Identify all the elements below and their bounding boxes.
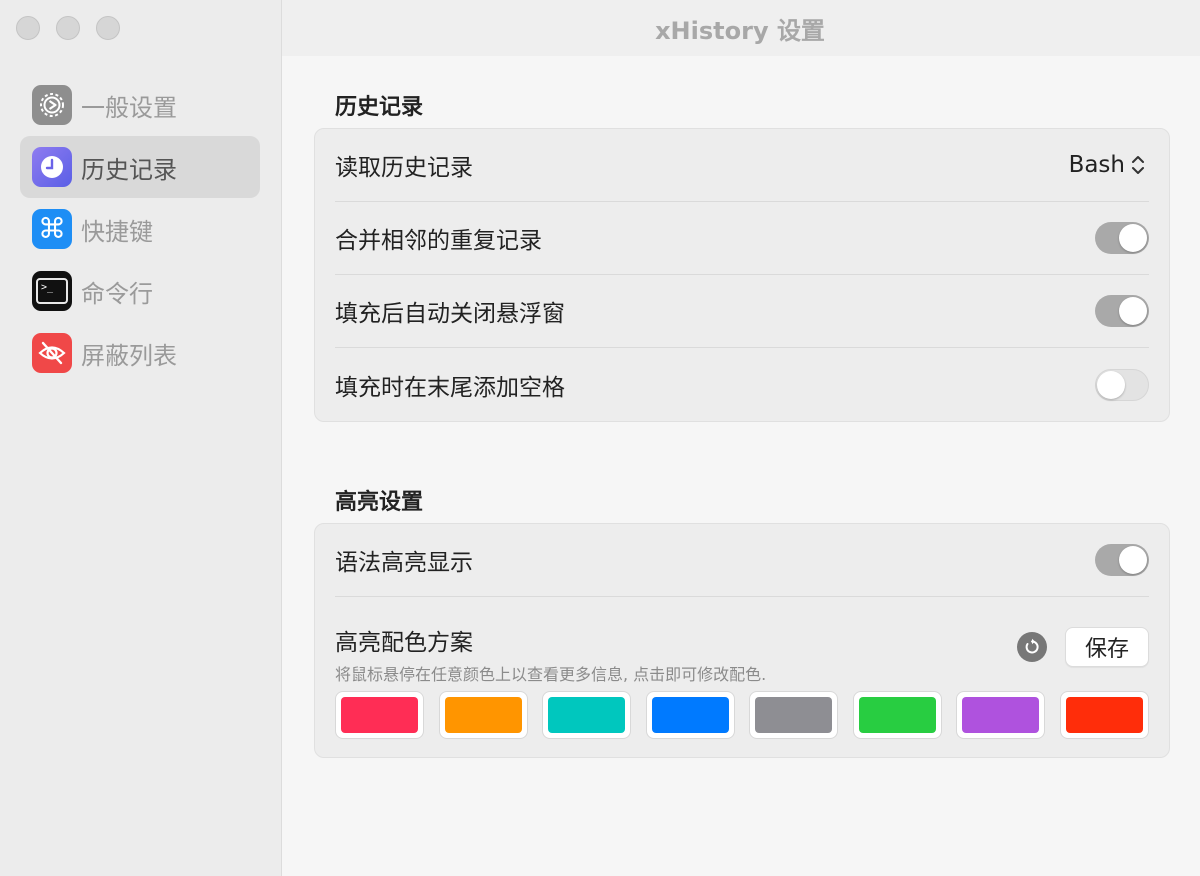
add-space-row: 填充时在末尾添加空格 bbox=[335, 348, 1149, 421]
syntax-highlight-toggle[interactable] bbox=[1095, 544, 1149, 576]
color-swatch-6[interactable] bbox=[852, 691, 942, 739]
color-swatch-8[interactable] bbox=[1059, 691, 1149, 739]
sidebar-item-cli[interactable]: >_ 命令行 bbox=[20, 260, 260, 322]
color-swatch-1[interactable] bbox=[335, 691, 424, 739]
section-title-history: 历史记录 bbox=[335, 95, 424, 120]
reset-icon[interactable] bbox=[1017, 632, 1047, 662]
shell-select[interactable]: Bash bbox=[1069, 152, 1145, 178]
settings-content: 历史记录 读取历史记录 Bash 合并相邻的重复记录 填充后自动关闭悬浮窗 填充… bbox=[314, 56, 1170, 758]
add-space-toggle[interactable] bbox=[1095, 368, 1149, 401]
read-history-label: 读取历史记录 bbox=[335, 155, 473, 181]
section-title-highlight: 高亮设置 bbox=[335, 490, 424, 515]
save-button[interactable]: 保存 bbox=[1065, 627, 1149, 667]
color-scheme-header: 高亮配色方案 将鼠标悬停在任意颜色上以查看更多信息, 点击即可修改配色. 保存 bbox=[335, 597, 1149, 691]
sidebar-item-label: 命令行 bbox=[81, 279, 153, 308]
command-icon: ⌘ bbox=[32, 209, 72, 249]
syntax-highlight-row: 语法高亮显示 bbox=[335, 524, 1149, 597]
eye-slash-icon bbox=[32, 333, 72, 373]
merge-duplicates-row: 合并相邻的重复记录 bbox=[335, 202, 1149, 275]
color-swatch-4[interactable] bbox=[645, 691, 735, 739]
syntax-highlight-label: 语法高亮显示 bbox=[335, 550, 473, 576]
color-swatch-2[interactable] bbox=[438, 691, 528, 739]
sidebar-item-label: 快捷键 bbox=[81, 217, 153, 246]
shell-select-value: Bash bbox=[1068, 152, 1125, 178]
auto-close-row: 填充后自动关闭悬浮窗 bbox=[335, 275, 1149, 348]
sidebar-item-history[interactable]: 历史记录 bbox=[20, 136, 260, 198]
sidebar-item-blocklist[interactable]: 屏蔽列表 bbox=[20, 322, 260, 384]
terminal-icon: >_ bbox=[32, 271, 72, 311]
zoom-window-button[interactable] bbox=[96, 16, 120, 40]
minimize-window-button[interactable] bbox=[56, 16, 80, 40]
settings-window: 一般设置 历史记录 ⌘ 快捷键 >_ 命令行 屏蔽列表 xHistory 设置 … bbox=[0, 0, 1200, 876]
auto-close-toggle[interactable] bbox=[1095, 295, 1149, 327]
title-bar: xHistory 设置 bbox=[282, 0, 1200, 56]
merge-duplicates-label: 合并相邻的重复记录 bbox=[335, 228, 542, 254]
color-scheme-actions: 保存 bbox=[1017, 627, 1149, 667]
sidebar-item-label: 一般设置 bbox=[81, 93, 177, 122]
color-scheme-text: 高亮配色方案 将鼠标悬停在任意颜色上以查看更多信息, 点击即可修改配色. bbox=[335, 623, 766, 685]
window-title: xHistory 设置 bbox=[655, 16, 825, 45]
history-card: 读取历史记录 Bash 合并相邻的重复记录 填充后自动关闭悬浮窗 填充时在末尾添… bbox=[314, 128, 1170, 422]
sidebar-item-shortcuts[interactable]: ⌘ 快捷键 bbox=[20, 198, 260, 260]
color-swatch-5[interactable] bbox=[749, 691, 839, 739]
close-window-button[interactable] bbox=[16, 16, 40, 40]
sidebar-item-general[interactable]: 一般设置 bbox=[20, 74, 260, 136]
sidebar: 一般设置 历史记录 ⌘ 快捷键 >_ 命令行 屏蔽列表 bbox=[0, 0, 282, 876]
sidebar-item-label: 历史记录 bbox=[81, 155, 177, 184]
gear-icon bbox=[32, 85, 72, 125]
color-scheme-label: 高亮配色方案 bbox=[335, 630, 473, 656]
sidebar-nav: 一般设置 历史记录 ⌘ 快捷键 >_ 命令行 屏蔽列表 bbox=[20, 74, 260, 384]
merge-duplicates-toggle[interactable] bbox=[1095, 222, 1149, 254]
sidebar-item-label: 屏蔽列表 bbox=[81, 341, 177, 370]
color-swatch-3[interactable] bbox=[542, 691, 632, 739]
read-history-row: 读取历史记录 Bash bbox=[335, 129, 1149, 202]
auto-close-label: 填充后自动关闭悬浮窗 bbox=[335, 301, 565, 327]
color-scheme-hint: 将鼠标悬停在任意颜色上以查看更多信息, 点击即可修改配色. bbox=[335, 665, 767, 684]
add-space-label: 填充时在末尾添加空格 bbox=[335, 374, 565, 401]
highlight-card: 语法高亮显示 高亮配色方案 将鼠标悬停在任意颜色上以查看更多信息, 点击即可修改… bbox=[314, 523, 1170, 758]
chevron-up-down-icon bbox=[1131, 154, 1145, 176]
color-swatches bbox=[335, 691, 1149, 757]
color-swatch-7[interactable] bbox=[956, 691, 1046, 739]
clock-icon bbox=[32, 147, 72, 187]
window-controls bbox=[16, 16, 120, 40]
